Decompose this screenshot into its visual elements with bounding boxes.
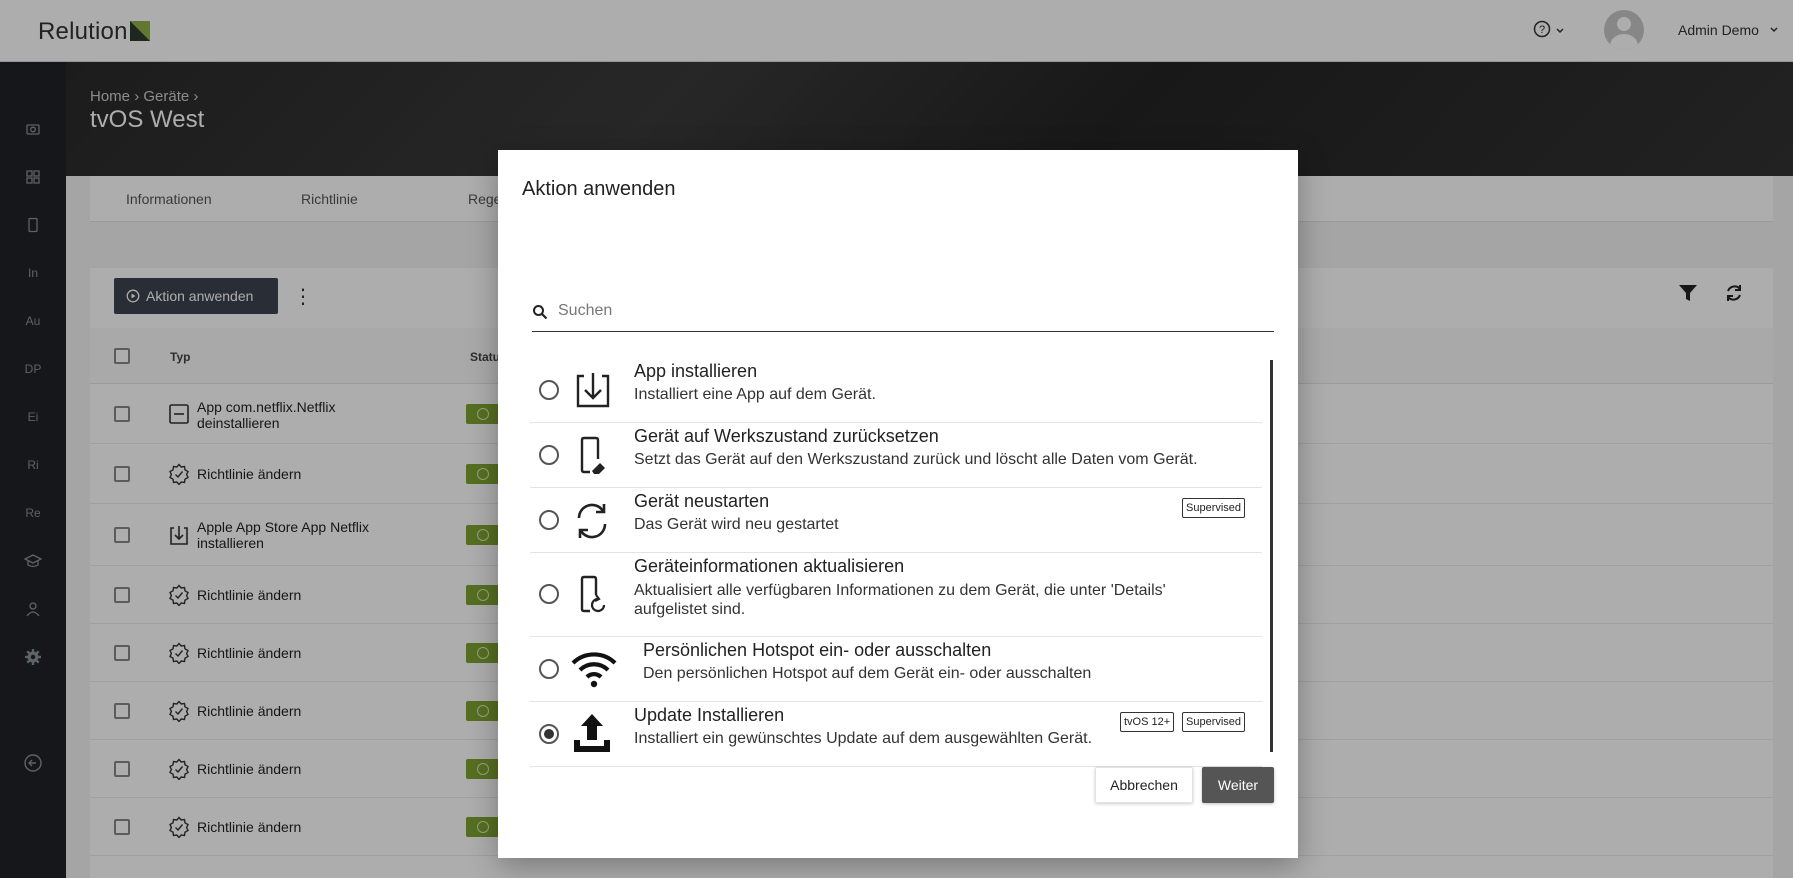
radio-button[interactable]	[539, 445, 559, 465]
action-title: Persönlichen Hotspot ein- oder ausschalt…	[643, 640, 992, 660]
action-item-restart[interactable]: Gerät neustarten Das Gerät wird neu gest…	[530, 488, 1262, 553]
search-icon	[533, 305, 548, 320]
radio-button[interactable]	[539, 584, 559, 604]
radio-button[interactable]	[539, 380, 559, 400]
action-title: Geräteinformationen aktualisieren	[634, 556, 905, 576]
supervised-badge: Supervised	[1182, 712, 1246, 732]
action-list-scrollbar[interactable]	[1270, 360, 1273, 752]
restart-icon	[577, 503, 607, 539]
action-description: Das Gerät wird neu gestartet	[634, 516, 839, 533]
action-item-factory-reset[interactable]: Gerät auf Werkszustand zurücksetzen Setz…	[530, 423, 1262, 488]
action-item-update[interactable]: Update Installieren Installiert ein gewü…	[530, 702, 1262, 767]
radio-button[interactable]	[539, 659, 559, 679]
search-input[interactable]	[558, 296, 1258, 326]
action-title: App installieren	[634, 361, 758, 381]
app-install-icon	[576, 373, 610, 408]
next-button[interactable]: Weiter	[1202, 767, 1274, 803]
device-refresh-icon	[580, 575, 606, 613]
action-item-install-app[interactable]: App installieren Installiert eine App au…	[530, 358, 1262, 423]
action-description: Aktualisiert alle verfügbaren Informatio…	[634, 582, 1166, 618]
cancel-button[interactable]: Abbrechen	[1095, 767, 1193, 803]
radio-button[interactable]	[539, 510, 559, 530]
dialog-title: Aktion anwenden	[522, 178, 676, 200]
tvos-version-badge: tvOS 12+	[1120, 712, 1175, 732]
upload-icon	[574, 714, 610, 752]
action-item-refresh-info[interactable]: Geräteinformationen aktualisieren Aktual…	[530, 553, 1262, 637]
action-item-hotspot[interactable]: Persönlichen Hotspot ein- oder ausschalt…	[530, 637, 1262, 702]
supervised-badge: Supervised	[1182, 498, 1246, 518]
action-description: Den persönlichen Hotspot auf dem Gerät e…	[643, 665, 1092, 682]
action-title: Gerät neustarten	[634, 491, 770, 511]
action-description: Installiert ein gewünschtes Update auf d…	[634, 730, 1093, 747]
action-description: Setzt das Gerät auf den Werkszustand zur…	[634, 451, 1198, 468]
action-list: App installieren Installiert eine App au…	[530, 358, 1272, 767]
action-title: Update Installieren	[634, 705, 785, 725]
action-description: Installiert eine App auf dem Gerät.	[634, 386, 876, 403]
apply-action-dialog: Aktion anwenden App installieren Install…	[498, 150, 1298, 858]
radio-button-selected[interactable]	[539, 724, 559, 744]
wifi-icon	[571, 652, 617, 688]
action-title: Gerät auf Werkszustand zurücksetzen	[634, 426, 939, 446]
search-field	[532, 290, 1274, 332]
device-erase-icon	[580, 436, 605, 474]
